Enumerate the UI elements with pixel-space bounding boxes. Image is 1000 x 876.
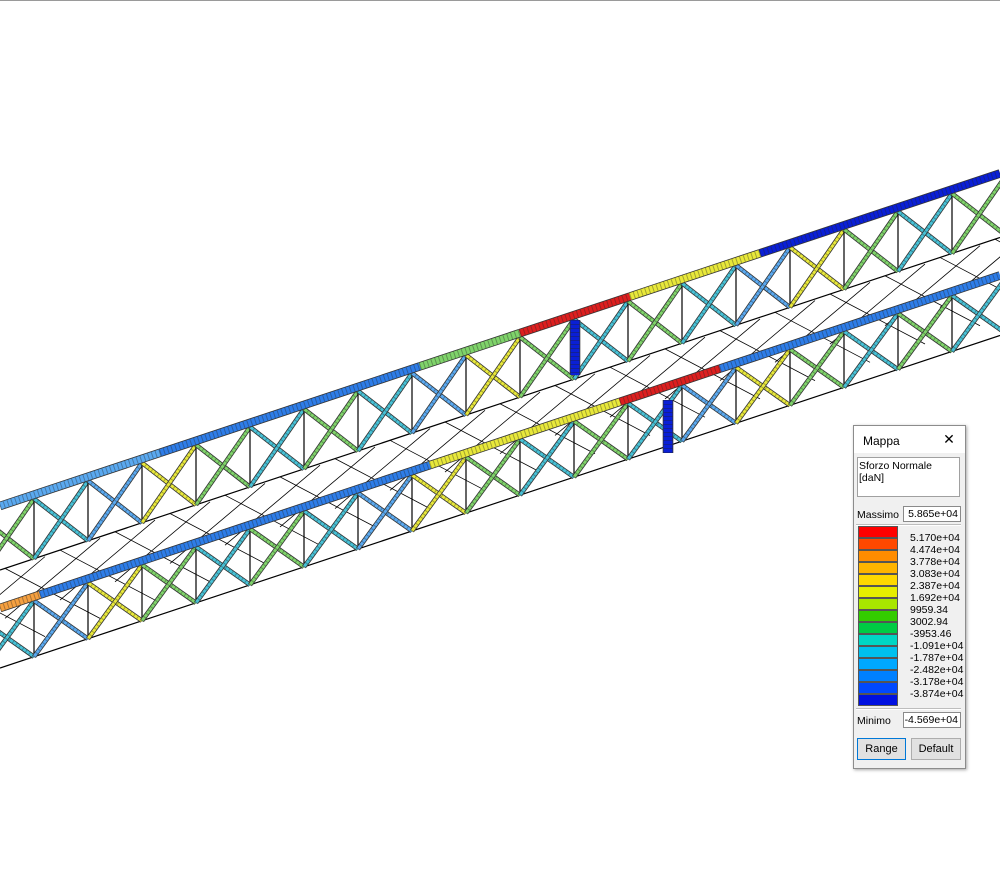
legend-level: 2.387e+04	[910, 580, 960, 592]
legend-level: -1.091e+04	[910, 640, 964, 652]
close-icon[interactable]: ✕	[941, 431, 957, 447]
mappa-dialog[interactable]: Mappa ✕ Sforzo Normale [daN] Massimo 5.8…	[853, 425, 966, 769]
legend-swatch	[858, 562, 898, 574]
legend-swatch	[858, 646, 898, 658]
min-label: Minimo	[857, 715, 891, 727]
legend-swatch	[858, 574, 898, 586]
dialog-title: Mappa	[863, 434, 900, 448]
legend-level: 3002.94	[910, 616, 948, 628]
dialog-titlebar[interactable]: Mappa ✕	[854, 426, 965, 453]
legend-level: -3.178e+04	[910, 676, 964, 688]
deck-diagonal	[994, 238, 1000, 243]
legend-swatch	[858, 538, 898, 550]
legend-level: 4.474e+04	[910, 544, 960, 556]
range-button[interactable]: Range	[857, 738, 906, 760]
legend-level: 9959.34	[910, 604, 948, 616]
min-value-field[interactable]: -4.569e+04	[903, 712, 961, 728]
color-legend: 5.170e+04 4.474e+04 3.778e+04 3.083e+04 2.38…	[858, 526, 963, 706]
legend-swatch	[858, 682, 898, 694]
legend-level: -3.874e+04	[910, 688, 964, 700]
bottom-chord	[0, 236, 1000, 571]
top-chord-hatch	[628, 249, 762, 300]
legend-swatch	[858, 694, 898, 706]
separator-bottom	[856, 708, 961, 710]
web-diagonal-outline	[0, 599, 36, 652]
legend-swatch	[858, 670, 898, 682]
default-button[interactable]: Default	[911, 738, 961, 760]
legend-level: -3953.46	[910, 628, 952, 640]
legend-swatch	[858, 586, 898, 598]
max-value-field[interactable]: 5.865e+04	[903, 506, 961, 522]
legend-level: 3.778e+04	[910, 556, 960, 568]
legend-level: 3.083e+04	[910, 568, 960, 580]
legend-swatch	[858, 598, 898, 610]
legend-level: 1.692e+04	[910, 592, 960, 604]
legend-swatch	[858, 610, 898, 622]
legend-swatch	[858, 634, 898, 646]
max-label: Massimo	[857, 509, 900, 521]
legend-level: -1.787e+04	[910, 652, 964, 664]
legend-level: -2.482e+04	[910, 664, 964, 676]
legend-swatch	[858, 526, 898, 538]
model-viewport[interactable]	[0, 0, 1000, 876]
legend-swatch	[858, 658, 898, 670]
quantity-field: Sforzo Normale [daN]	[857, 457, 960, 497]
bottom-chord	[0, 334, 1000, 669]
legend-swatch	[858, 550, 898, 562]
legend-level: 5.170e+04	[910, 532, 960, 544]
truss-model[interactable]	[0, 0, 1000, 876]
legend-swatch	[858, 622, 898, 634]
